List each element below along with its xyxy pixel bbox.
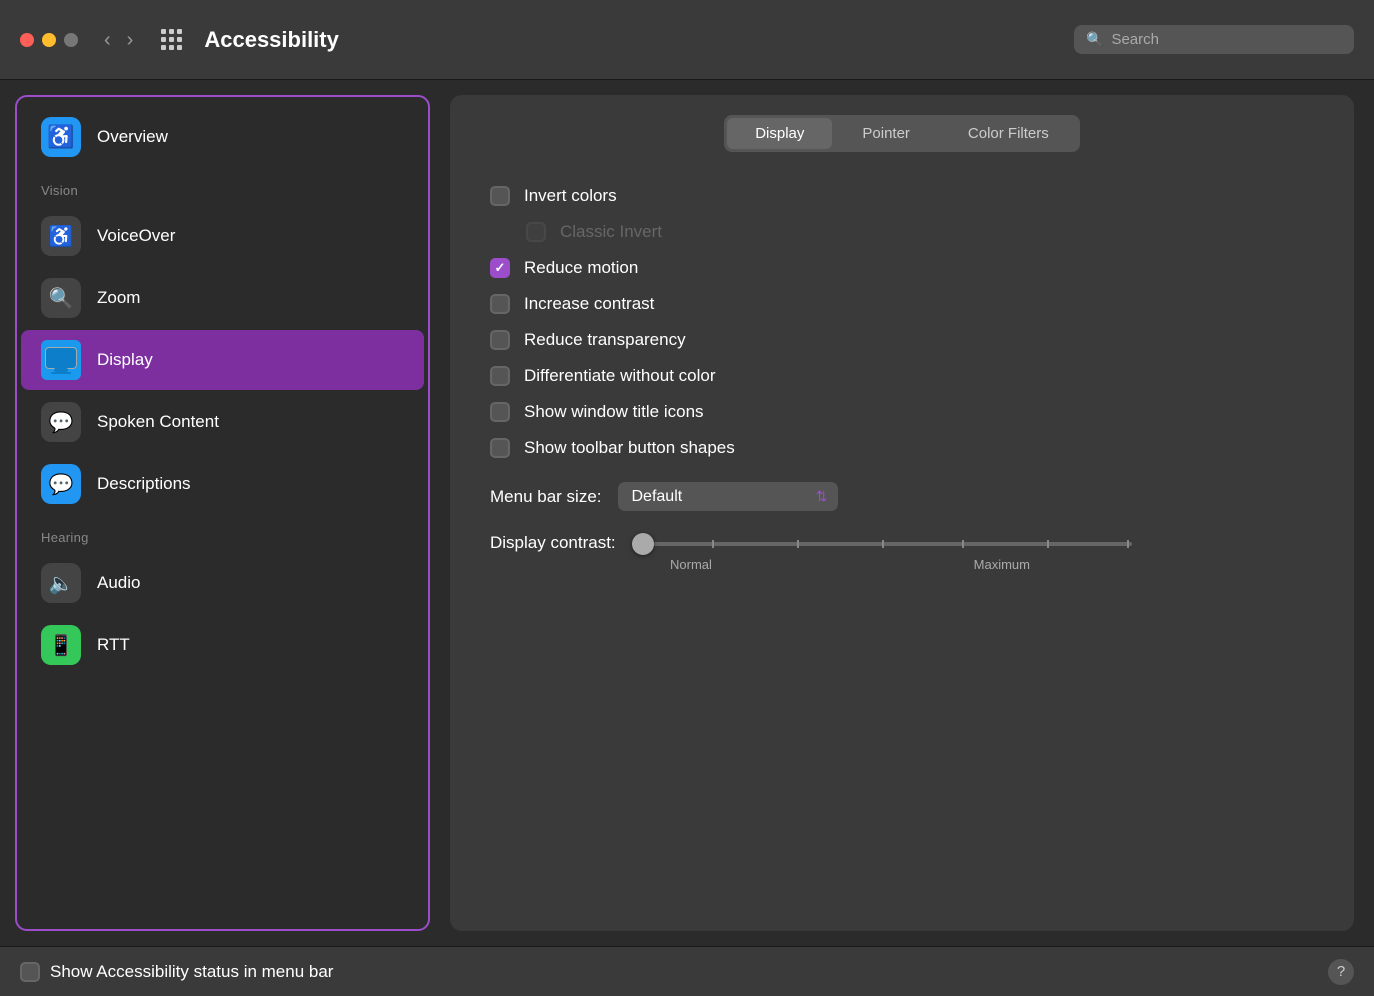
slider-min-label: Normal	[670, 557, 712, 572]
sidebar-item-label: Zoom	[97, 288, 140, 308]
option-label-show-toolbar-button-shapes: Show toolbar button shapes	[524, 438, 735, 458]
sidebar-item-label: VoiceOver	[97, 226, 175, 246]
rtt-icon: 📱	[41, 625, 81, 665]
option-show-window-title-icons: Show window title icons	[490, 396, 1314, 428]
contrast-label-row: Display contrast:	[490, 533, 1334, 553]
sidebar-item-voiceover[interactable]: ♿ VoiceOver	[21, 206, 424, 266]
sidebar-item-label: RTT	[97, 635, 130, 655]
option-reduce-motion: ✓ Reduce motion	[490, 252, 1314, 284]
traffic-lights	[20, 33, 78, 47]
slider-container	[632, 540, 1132, 546]
checkbox-accessibility-status[interactable]	[20, 962, 40, 982]
tab-pointer[interactable]: Pointer	[834, 118, 938, 149]
display-contrast-row: Display contrast:	[470, 517, 1334, 572]
page-title: Accessibility	[204, 27, 1062, 53]
sidebar-item-descriptions[interactable]: 💬 Descriptions	[21, 454, 424, 514]
option-label-show-window-title-icons: Show window title icons	[524, 402, 704, 422]
checkbox-differentiate-without-color[interactable]	[490, 366, 510, 386]
vision-section-header: Vision	[17, 169, 428, 204]
display-contrast-label: Display contrast:	[490, 533, 616, 553]
option-label-increase-contrast: Increase contrast	[524, 294, 654, 314]
help-button[interactable]: ?	[1328, 959, 1354, 985]
sidebar-item-display[interactable]: Display	[21, 330, 424, 390]
checkbox-show-window-title-icons[interactable]	[490, 402, 510, 422]
checkbox-reduce-motion[interactable]: ✓	[490, 258, 510, 278]
close-button[interactable]	[20, 33, 34, 47]
hearing-section-header: Hearing	[17, 516, 428, 551]
search-icon: 🔍	[1086, 31, 1103, 48]
display-icon	[41, 340, 81, 380]
tabs-container: Display Pointer Color Filters	[470, 115, 1334, 152]
sidebar-item-label: Display	[97, 350, 153, 370]
sidebar-item-label: Overview	[97, 127, 168, 147]
menu-bar-size-select-wrapper: Default Large ⇅	[618, 482, 838, 511]
audio-icon: 🔈	[41, 563, 81, 603]
sidebar-item-label: Spoken Content	[97, 412, 219, 432]
sidebar-item-audio[interactable]: 🔈 Audio	[21, 553, 424, 613]
menu-bar-size-select[interactable]: Default Large	[618, 482, 838, 511]
option-invert-colors: Invert colors	[490, 180, 1314, 212]
zoom-icon: 🔍	[41, 278, 81, 318]
bottom-bar-left: Show Accessibility status in menu bar	[20, 962, 333, 982]
minimize-button[interactable]	[42, 33, 56, 47]
descriptions-icon: 💬	[41, 464, 81, 504]
overview-icon: ♿	[41, 117, 81, 157]
option-reduce-transparency: Reduce transparency	[490, 324, 1314, 356]
option-label-differentiate-without-color: Differentiate without color	[524, 366, 716, 386]
checkbox-invert-colors[interactable]	[490, 186, 510, 206]
option-classic-invert: Classic Invert	[490, 216, 1314, 248]
maximize-button[interactable]	[64, 33, 78, 47]
slider-track	[632, 542, 1132, 546]
search-box[interactable]: 🔍	[1074, 25, 1354, 54]
checkmark-reduce-motion: ✓	[495, 260, 506, 276]
titlebar: ‹ › Accessibility 🔍	[0, 0, 1374, 80]
option-label-classic-invert: Classic Invert	[560, 222, 662, 242]
option-label-reduce-motion: Reduce motion	[524, 258, 638, 278]
sidebar-item-overview[interactable]: ♿ Overview	[21, 107, 424, 167]
right-panel: Display Pointer Color Filters Invert col…	[430, 80, 1374, 946]
nav-arrows: ‹ ›	[98, 26, 139, 54]
option-label-reduce-transparency: Reduce transparency	[524, 330, 686, 350]
grid-icon[interactable]	[161, 29, 182, 50]
forward-button[interactable]: ›	[121, 26, 140, 54]
checkbox-show-toolbar-button-shapes[interactable]	[490, 438, 510, 458]
option-show-toolbar-button-shapes: Show toolbar button shapes	[490, 432, 1314, 464]
checkbox-reduce-transparency[interactable]	[490, 330, 510, 350]
slider-thumb[interactable]	[632, 533, 654, 555]
back-button[interactable]: ‹	[98, 26, 117, 54]
menu-bar-size-label: Menu bar size:	[490, 487, 602, 507]
accessibility-status-label: Show Accessibility status in menu bar	[50, 962, 333, 982]
tab-color-filters[interactable]: Color Filters	[940, 118, 1077, 149]
voiceover-icon: ♿	[41, 216, 81, 256]
search-input[interactable]	[1111, 31, 1331, 48]
spoken-content-icon: 💬	[41, 402, 81, 442]
sidebar-item-label: Descriptions	[97, 474, 191, 494]
tabs: Display Pointer Color Filters	[724, 115, 1080, 152]
sidebar-item-spoken-content[interactable]: 💬 Spoken Content	[21, 392, 424, 452]
checkbox-increase-contrast[interactable]	[490, 294, 510, 314]
menu-bar-size-row: Menu bar size: Default Large ⇅	[470, 464, 1334, 517]
options-list: Invert colors Classic Invert ✓ Reduce mo…	[470, 180, 1334, 464]
option-differentiate-without-color: Differentiate without color	[490, 360, 1314, 392]
bottom-bar: Show Accessibility status in menu bar ?	[0, 946, 1374, 996]
checkbox-classic-invert[interactable]	[526, 222, 546, 242]
main-area: ♿ Overview Vision ♿ VoiceOver 🔍 Zoom	[0, 80, 1374, 946]
option-label-invert-colors: Invert colors	[524, 186, 617, 206]
sidebar-item-label: Audio	[97, 573, 140, 593]
tab-display[interactable]: Display	[727, 118, 832, 149]
sidebar-item-rtt[interactable]: 📱 RTT	[21, 615, 424, 675]
panel-inner: Display Pointer Color Filters Invert col…	[450, 95, 1354, 931]
option-increase-contrast: Increase contrast	[490, 288, 1314, 320]
slider-max-label: Maximum	[974, 557, 1030, 572]
sidebar-item-zoom[interactable]: 🔍 Zoom	[21, 268, 424, 328]
sidebar: ♿ Overview Vision ♿ VoiceOver 🔍 Zoom	[15, 95, 430, 931]
